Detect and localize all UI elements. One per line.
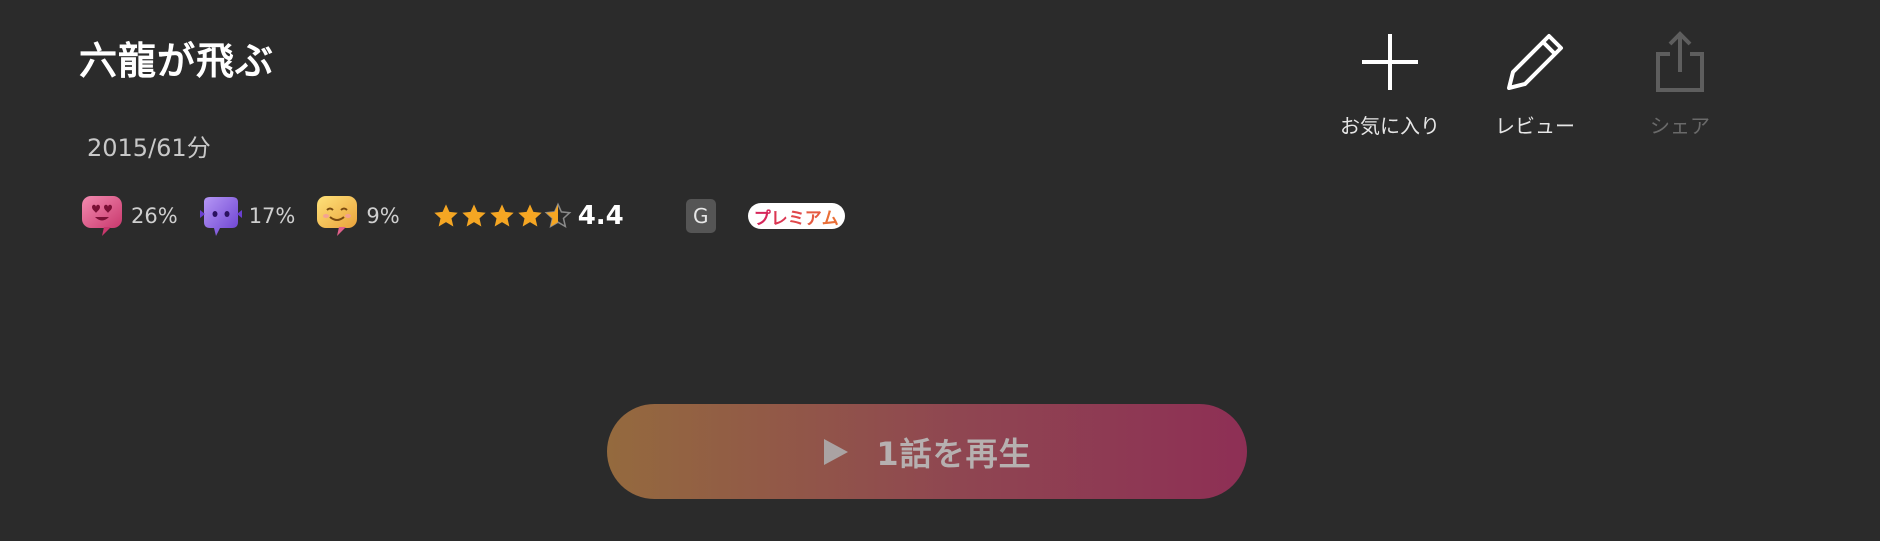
reaction-purple: 17% [198,194,296,238]
premium-badge-char: レ [770,208,788,229]
premium-badge-char: ア [804,208,822,229]
premium-badge: プレミアム [747,203,845,229]
plus-icon [1362,34,1418,90]
heart-eyes-reaction-icon [82,196,122,236]
action-bar: お気に入り レビュー シェア [1335,30,1770,139]
play-episode-button[interactable]: 1話を再生 [607,404,1247,499]
star-rating: 4.4 [432,201,624,231]
share-icon [1656,31,1704,92]
review-button[interactable]: レビュー [1480,30,1590,139]
star-icon [462,204,486,227]
star-icon [434,204,458,227]
page-title: 六龍が飛ぶ [79,39,275,83]
pencil-icon [1507,34,1563,90]
rating-value: 4.4 [577,201,624,231]
title-detail-page: 六龍が飛ぶ 2015/61分 26% 17% 9% 4.4 G プ レ ミ ア … [0,0,1880,541]
reaction-love-percent: 26% [131,204,178,228]
purple-face-reaction-icon [199,197,242,236]
premium-badge-char: ミ [787,208,805,229]
half-star-icon [544,202,572,229]
reaction-purple-percent: 17% [248,204,296,228]
stats-row: 26% 17% 9% 4.4 G プ レ ミ ア ム [80,194,845,238]
play-icon [824,438,849,465]
star-icon [518,204,542,227]
reaction-smile-percent: 9% [366,204,400,228]
play-episode-label: 1話を再生 [876,434,1032,473]
year-duration: 2015/61分 [87,134,211,162]
smiling-face-reaction-icon [317,196,358,236]
premium-badge-char: プ [753,208,771,229]
favorite-button[interactable]: お気に入り [1335,30,1445,139]
reaction-love: 26% [80,194,178,238]
star-icon [490,204,514,227]
reaction-smile: 9% [315,194,400,238]
share-label: シェア [1650,114,1710,138]
premium-badge-char: ム [821,208,839,229]
age-rating-badge: G [685,199,716,233]
favorite-label: お気に入り [1340,114,1440,138]
review-label: レビュー [1495,114,1575,138]
share-button[interactable]: シェア [1625,30,1735,139]
